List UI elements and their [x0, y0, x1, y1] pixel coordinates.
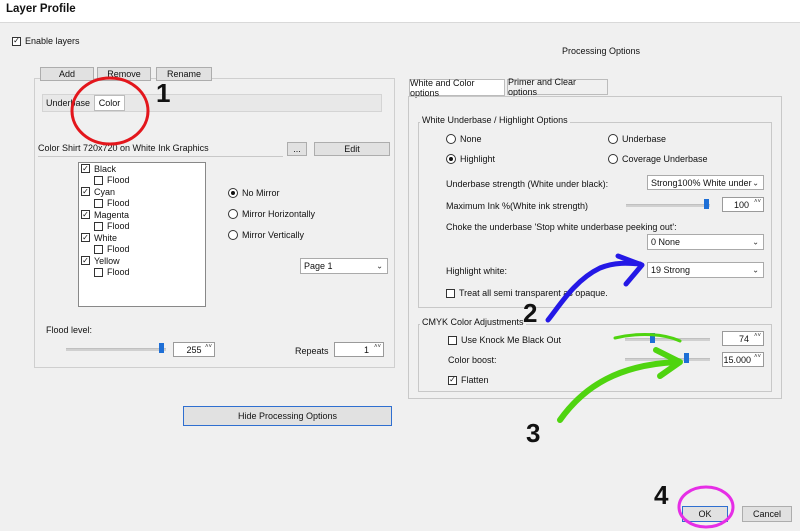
annotation-number-3: 3: [526, 418, 541, 448]
annotation-number-2: 2: [523, 298, 538, 328]
red-circle-annotation: [70, 76, 150, 146]
blue-arrow-annotation: [545, 260, 643, 323]
blue-arrow-head: [615, 253, 645, 287]
annotation-overlay: [70, 76, 735, 529]
annotation-number-1: 1: [156, 78, 171, 108]
green-arrow-stroke: [613, 332, 682, 343]
magenta-circle-annotation: [677, 485, 735, 529]
green-arrow-annotation: [557, 359, 679, 423]
annotation-number-4: 4: [654, 480, 669, 510]
